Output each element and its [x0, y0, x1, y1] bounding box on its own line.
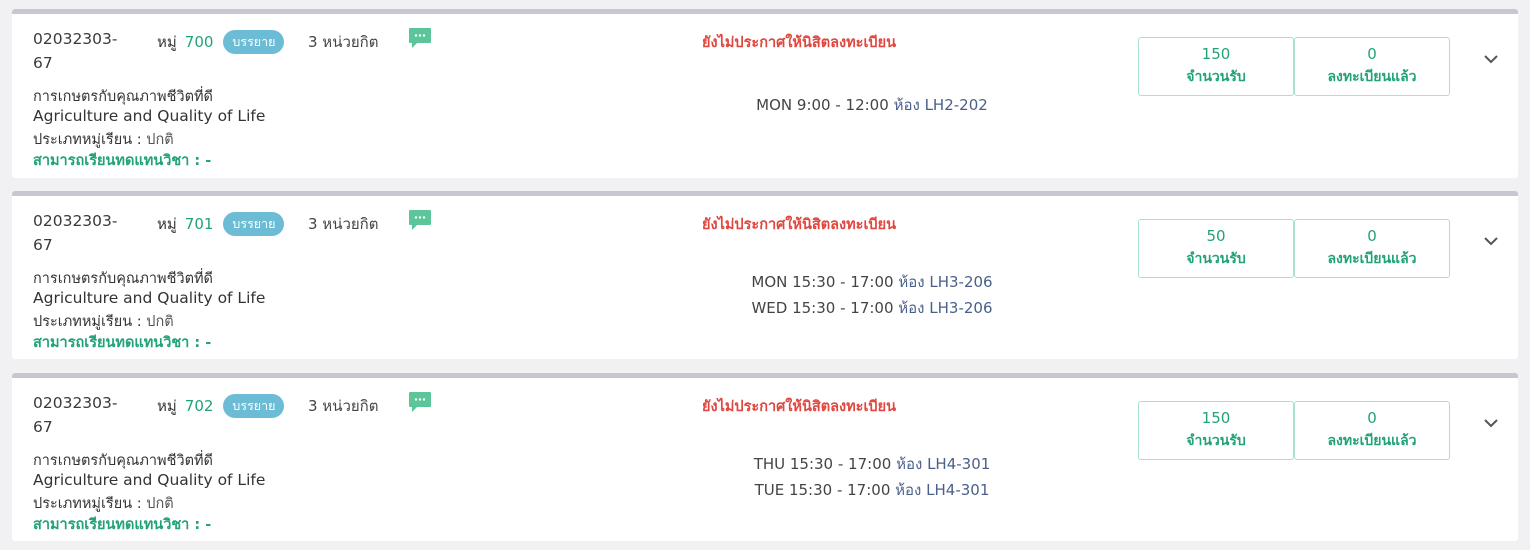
capacity-label: จำนวนรับ — [1186, 69, 1246, 85]
section-prefix: หมู่ — [157, 33, 177, 51]
credit-text: 3 หน่วยกิต — [308, 215, 379, 233]
section-type: ประเภทหมู่เรียน : ปกติ — [33, 496, 174, 512]
section-prefix: หมู่ — [157, 397, 177, 415]
course-name-en: Agriculture and Quality of Life — [33, 471, 266, 489]
capacity-value: 150 — [1201, 45, 1231, 63]
section-label: หมู่ 700 บรรยาย — [157, 30, 285, 54]
section-number: 701 — [184, 215, 214, 233]
schedule-row: MON 9:00 - 12:00 ห้อง LH2-202 — [756, 96, 988, 114]
capacity-value: 150 — [1201, 409, 1231, 427]
section-number: 702 — [184, 397, 214, 415]
capacity-box: 150 จำนวนรับ — [1138, 37, 1294, 96]
course-name-en: Agriculture and Quality of Life — [33, 289, 266, 307]
enrolled-box: 0 ลงทะเบียนแล้ว — [1294, 37, 1450, 96]
chat-bubble-icon[interactable] — [408, 27, 432, 49]
section-card: 02032303- 67 หมู่ 702 บรรยาย 3 หน่วยกิต … — [12, 373, 1518, 541]
enrolled-box: 0 ลงทะเบียนแล้ว — [1294, 401, 1450, 460]
schedule-row: THU 15:30 - 17:00 ห้อง LH4-301 — [753, 455, 991, 473]
course-code: 02032303- 67 — [33, 212, 118, 254]
enrolled-value: 0 — [1367, 409, 1377, 427]
type-badge: บรรยาย — [223, 394, 285, 418]
registration-status: ยังไม่ประกาศให้นิสิตลงทะเบียน — [702, 35, 897, 51]
chevron-down-icon[interactable] — [1484, 236, 1498, 246]
course-name-th: การเกษตรกับคุณภาพชีวิตที่ดี — [33, 271, 213, 287]
capacity-box: 150 จำนวนรับ — [1138, 401, 1294, 460]
enrolled-box: 0 ลงทะเบียนแล้ว — [1294, 219, 1450, 278]
section-card: 02032303- 67 หมู่ 700 บรรยาย 3 หน่วยกิต … — [12, 9, 1518, 178]
capacity-box: 50 จำนวนรับ — [1138, 219, 1294, 278]
enrolled-label: ลงทะเบียนแล้ว — [1327, 433, 1417, 449]
course-name-th: การเกษตรกับคุณภาพชีวิตที่ดี — [33, 89, 213, 105]
schedule-row: MON 15:30 - 17:00 ห้อง LH3-206 — [751, 273, 993, 291]
chevron-down-icon[interactable] — [1484, 418, 1498, 428]
section-type: ประเภทหมู่เรียน : ปกติ — [33, 314, 174, 330]
chevron-down-icon[interactable] — [1484, 54, 1498, 64]
capacity-label: จำนวนรับ — [1186, 433, 1246, 449]
section-prefix: หมู่ — [157, 215, 177, 233]
substitute-info: สามารถเรียนทดแทนวิชา : - — [33, 335, 212, 351]
course-name-en: Agriculture and Quality of Life — [33, 107, 266, 125]
course-code: 02032303- 67 — [33, 30, 118, 72]
enrolled-value: 0 — [1367, 45, 1377, 63]
type-badge: บรรยาย — [223, 30, 285, 54]
course-code: 02032303- 67 — [33, 394, 118, 436]
chat-bubble-icon[interactable] — [408, 391, 432, 413]
schedule-row: WED 15:30 - 17:00 ห้อง LH3-206 — [751, 299, 993, 317]
credit-text: 3 หน่วยกิต — [308, 33, 379, 51]
course-name-th: การเกษตรกับคุณภาพชีวิตที่ดี — [33, 453, 213, 469]
section-number: 700 — [184, 33, 214, 51]
section-label: หมู่ 702 บรรยาย — [157, 394, 285, 418]
enrolled-label: ลงทะเบียนแล้ว — [1327, 251, 1417, 267]
schedule-row: TUE 15:30 - 17:00 ห้อง LH4-301 — [754, 481, 990, 499]
credit-text: 3 หน่วยกิต — [308, 397, 379, 415]
enrolled-value: 0 — [1367, 227, 1377, 245]
enrolled-label: ลงทะเบียนแล้ว — [1327, 69, 1417, 85]
registration-status: ยังไม่ประกาศให้นิสิตลงทะเบียน — [702, 217, 897, 233]
type-badge: บรรยาย — [223, 212, 285, 236]
registration-status: ยังไม่ประกาศให้นิสิตลงทะเบียน — [702, 399, 897, 415]
capacity-label: จำนวนรับ — [1186, 251, 1246, 267]
capacity-value: 50 — [1206, 227, 1226, 245]
substitute-info: สามารถเรียนทดแทนวิชา : - — [33, 153, 212, 169]
section-card: 02032303- 67 หมู่ 701 บรรยาย 3 หน่วยกิต … — [12, 191, 1518, 359]
section-type: ประเภทหมู่เรียน : ปกติ — [33, 132, 174, 148]
section-label: หมู่ 701 บรรยาย — [157, 212, 285, 236]
substitute-info: สามารถเรียนทดแทนวิชา : - — [33, 517, 212, 533]
chat-bubble-icon[interactable] — [408, 209, 432, 231]
